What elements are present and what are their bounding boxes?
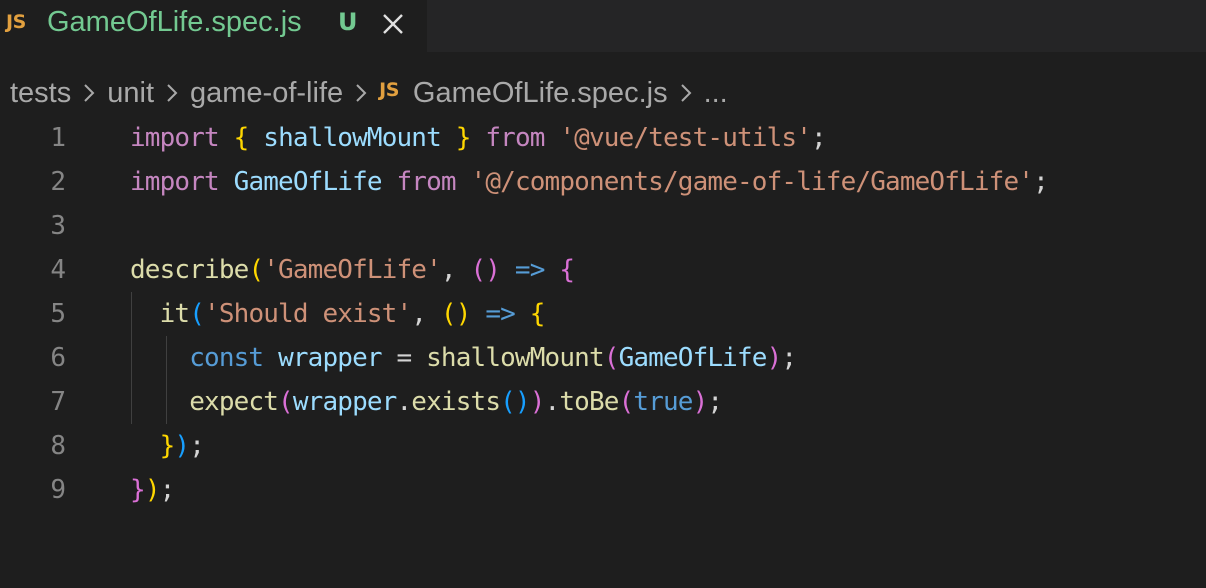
line-number: 1 xyxy=(50,123,66,153)
code-text: const wrapper = shallowMount(GameOfLife)… xyxy=(189,343,797,373)
code-text: describe('GameOfLife', () => { xyxy=(130,255,575,285)
code-text: }); xyxy=(159,431,205,461)
code-text: it('Should exist', () => { xyxy=(159,299,546,329)
untracked-status-badge: U xyxy=(338,8,358,36)
line-number: 7 xyxy=(50,387,66,417)
tab-title: GameOfLife.spec.js xyxy=(47,6,302,38)
code-text: expect(wrapper.exists()).toBe(true); xyxy=(189,387,723,417)
code-line: 6 const wrapper = shallowMount(GameOfLif… xyxy=(0,336,1206,380)
tab-bar: JS GameOfLife.spec.js U xyxy=(0,0,1206,52)
chevron-right-icon xyxy=(680,84,691,102)
breadcrumb-item-tests[interactable]: tests xyxy=(10,77,71,110)
line-number: 9 xyxy=(50,475,66,505)
line-number: 4 xyxy=(50,255,66,285)
code-editor[interactable]: 1 import { shallowMount } from '@vue/tes… xyxy=(0,116,1206,506)
line-number: 3 xyxy=(50,211,66,241)
close-icon[interactable] xyxy=(378,9,408,39)
code-line: 7 expect(wrapper.exists()).toBe(true); xyxy=(0,380,1206,424)
tab-gameoflife-spec[interactable]: JS GameOfLife.spec.js U xyxy=(0,0,427,52)
breadcrumb-item-game-of-life[interactable]: game-of-life xyxy=(190,77,343,110)
line-number: 5 xyxy=(50,299,66,329)
code-line: 5 it('Should exist', () => { xyxy=(0,292,1206,336)
code-line: 1 import { shallowMount } from '@vue/tes… xyxy=(0,116,1206,160)
code-line: 9 }); xyxy=(0,468,1206,512)
chevron-right-icon xyxy=(167,84,178,102)
code-line: 3 xyxy=(0,204,1206,248)
code-line: 2 import GameOfLife from '@/components/g… xyxy=(0,160,1206,204)
code-text: import GameOfLife from '@/components/gam… xyxy=(130,167,1049,197)
breadcrumb: tests unit game-of-life JS GameOfLife.sp… xyxy=(0,70,1206,116)
code-text: import { shallowMount } from '@vue/test-… xyxy=(130,123,827,153)
line-number: 8 xyxy=(50,431,66,461)
javascript-file-icon: JS xyxy=(379,79,399,101)
line-number: 2 xyxy=(50,167,66,197)
chevron-right-icon xyxy=(356,84,367,102)
breadcrumb-more-symbols[interactable]: ... xyxy=(704,77,728,110)
breadcrumb-item-file[interactable]: GameOfLife.spec.js xyxy=(413,77,668,110)
code-line: 4 describe('GameOfLife', () => { xyxy=(0,248,1206,292)
chevron-right-icon xyxy=(84,84,95,102)
code-line: 8 }); xyxy=(0,424,1206,468)
line-number: 6 xyxy=(50,343,66,373)
javascript-file-icon: JS xyxy=(6,11,26,33)
breadcrumb-item-unit[interactable]: unit xyxy=(107,77,154,110)
code-text: }); xyxy=(130,475,175,505)
